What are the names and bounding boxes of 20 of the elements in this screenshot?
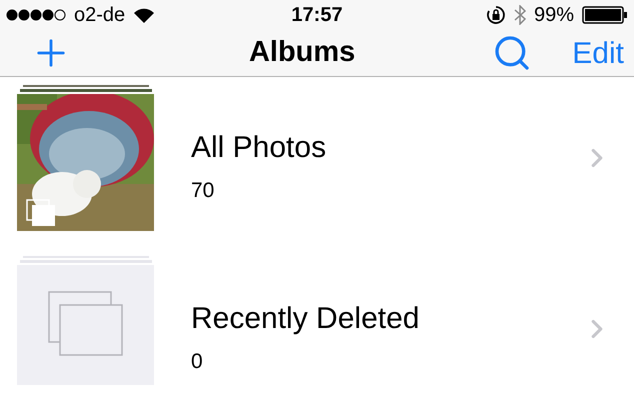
stack-edge-icon	[17, 85, 154, 92]
rotation-lock-icon	[486, 5, 506, 25]
nav-title: Albums	[248, 35, 356, 70]
album-row[interactable]: Recently Deleted 0	[0, 248, 634, 419]
album-stack-icon	[26, 199, 56, 227]
edit-button[interactable]: Edit	[572, 30, 624, 76]
album-count: 70	[191, 178, 216, 204]
battery-percent: 99%	[534, 3, 574, 28]
album-row[interactable]: All Photos 70	[0, 77, 634, 248]
stack-edge-icon	[17, 256, 154, 263]
signal-icon	[6, 9, 66, 21]
bluetooth-icon	[514, 5, 526, 25]
carrier-name: o2-de	[74, 3, 126, 28]
album-count: 0	[191, 349, 204, 375]
album-name: Recently Deleted	[191, 301, 420, 337]
status-time: 17:57	[291, 3, 343, 28]
album-stack-icon	[48, 291, 124, 357]
album-name: All Photos	[191, 130, 328, 166]
wifi-icon	[133, 6, 156, 24]
battery-icon	[582, 6, 628, 24]
